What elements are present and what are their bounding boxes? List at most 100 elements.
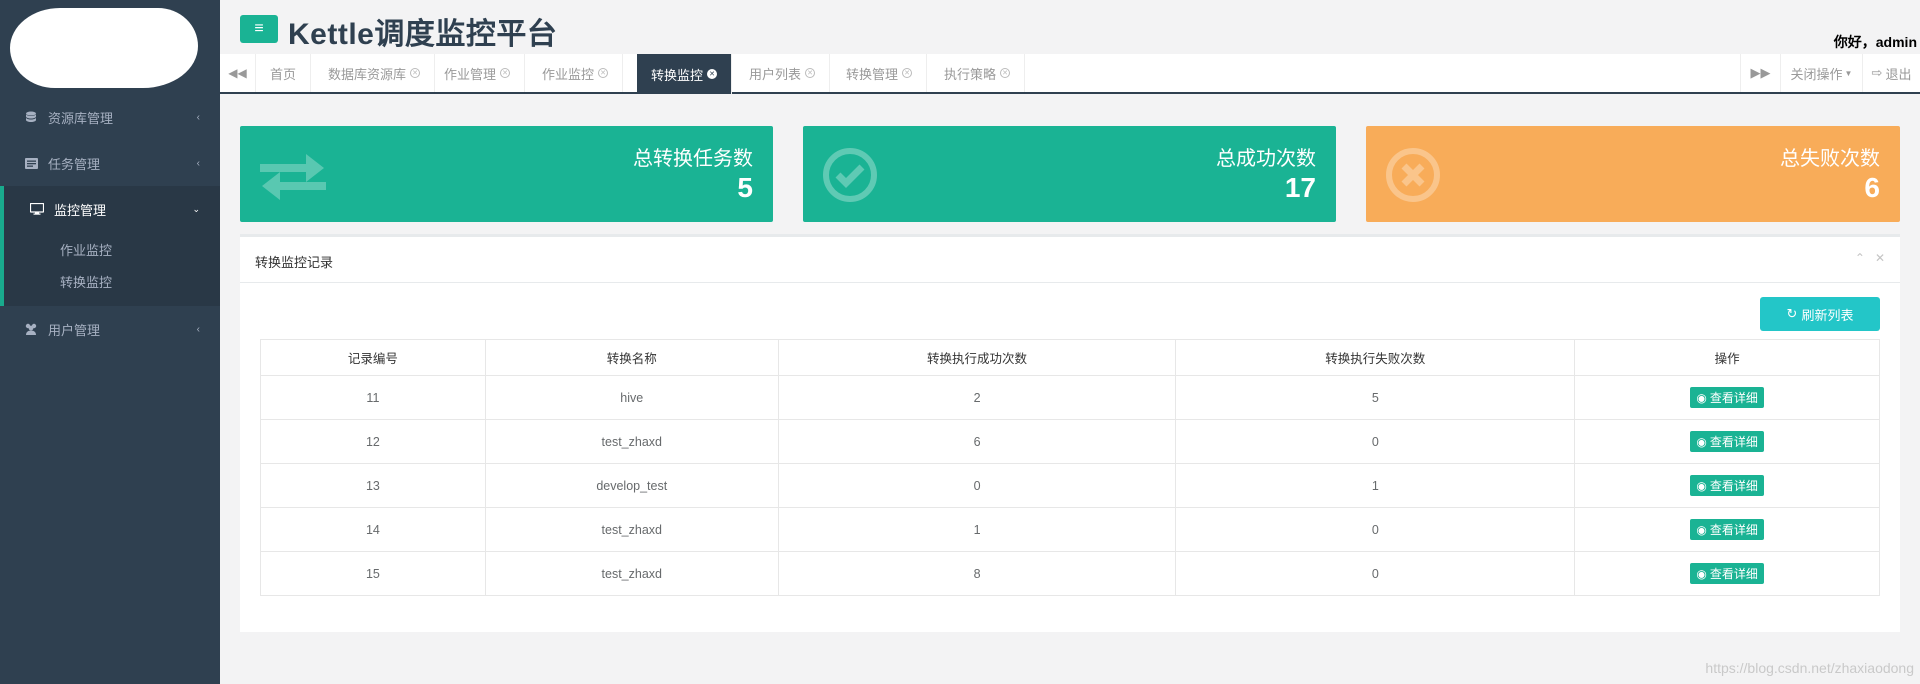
eye-icon: ◉ — [1696, 434, 1707, 449]
table-row: 11 hive 2 5 ◉ 查看详细 — [260, 375, 1880, 420]
refresh-icon: ↻ — [1786, 306, 1798, 321]
cell-name: test_zhaxd — [484, 507, 779, 552]
caret-down-icon: ▼ — [1844, 68, 1853, 78]
backward-icon: ◀◀ — [228, 66, 247, 80]
chevron-down-icon: ⌄ — [192, 203, 200, 214]
tasks-icon — [24, 157, 38, 169]
cell-id: 11 — [260, 375, 486, 420]
stat-value: 5 — [737, 172, 753, 203]
close-icon[interactable]: ✕ — [902, 68, 913, 78]
cell-id: 15 — [260, 551, 486, 596]
cell-id: 12 — [260, 419, 486, 464]
sidebar-subitem-job-monitor[interactable]: 作业监控 — [60, 240, 112, 259]
tab-label: 作业监控 — [542, 66, 595, 82]
tab-exec-policy[interactable]: 执行策略 ✕ — [930, 54, 1026, 92]
eye-icon: ◉ — [1696, 522, 1707, 537]
watermark: https://blog.csdn.net/zhaxiaodong — [1705, 660, 1914, 676]
cell-name: hive — [484, 375, 779, 420]
column-header: 转换名称 — [484, 339, 779, 376]
check-circle-icon — [823, 148, 889, 202]
sidebar-item-label: 任务管理 — [48, 156, 101, 172]
sidebar-item-label: 监控管理 — [54, 202, 107, 218]
panel-title: 转换监控记录 — [255, 255, 334, 270]
tab-trans-management[interactable]: 转换管理 ✕ — [832, 54, 928, 92]
detail-label: 查看详细 — [1709, 391, 1758, 405]
view-detail-button[interactable]: ◉ 查看详细 — [1690, 563, 1764, 584]
stat-card-total-failures: 总失败次数 6 — [1366, 126, 1900, 222]
table-row: 12 test_zhaxd 6 0 ◉ 查看详细 — [260, 419, 1880, 464]
close-icon[interactable]: ✕ — [500, 68, 511, 78]
tab-label: 作业管理 — [444, 66, 497, 82]
close-icon[interactable]: ✕ — [410, 68, 421, 78]
chevron-up-icon[interactable]: ⌃ — [1855, 251, 1865, 265]
sidebar-item-tasks[interactable]: 任务管理 ‹ — [0, 140, 220, 186]
sidebar-item-repository[interactable]: 资源库管理 ‹ — [0, 94, 220, 140]
stat-title: 总转换任务数 — [633, 148, 753, 170]
tab-home[interactable]: 首页 — [256, 54, 312, 92]
stat-value: 6 — [1864, 172, 1880, 203]
close-icon[interactable]: ✕ — [598, 68, 609, 78]
logout-label: 退出 — [1885, 66, 1912, 82]
cell-name: test_zhaxd — [484, 551, 779, 596]
tab-job-monitor[interactable]: 作业监控 ✕ — [528, 54, 624, 92]
view-detail-button[interactable]: ◉ 查看详细 — [1690, 387, 1764, 408]
menu-toggle-button[interactable]: ≡ — [240, 15, 278, 43]
view-detail-button[interactable]: ◉ 查看详细 — [1690, 519, 1764, 540]
cell-action: ◉ 查看详细 — [1574, 375, 1880, 420]
refresh-list-button[interactable]: ↻ 刷新列表 — [1760, 297, 1880, 331]
tab-label: 用户列表 — [749, 66, 802, 82]
cell-action: ◉ 查看详细 — [1574, 463, 1880, 508]
database-icon — [24, 111, 38, 123]
exchange-icon — [260, 148, 326, 202]
logo-redacted — [10, 8, 198, 88]
eye-icon: ◉ — [1696, 478, 1707, 493]
logout-button[interactable]: ⇨ 退出 — [1862, 54, 1920, 92]
tab-user-list[interactable]: 用户列表 ✕ — [735, 54, 831, 92]
tab-trans-monitor[interactable]: 转换监控 ✕ — [637, 54, 733, 94]
table-row: 15 test_zhaxd 8 0 ◉ 查看详细 — [260, 551, 1880, 596]
cell-success: 1 — [777, 507, 1177, 552]
close-icon[interactable]: ✕ — [707, 69, 718, 79]
cell-name: develop_test — [484, 463, 779, 508]
tab-label: 转换监控 — [651, 67, 704, 83]
records-table: 记录编号 转换名称 转换执行成功次数 转换执行失败次数 操作 11 hive 2… — [260, 339, 1880, 596]
sidebar-submenu: 作业监控 转换监控 — [0, 232, 220, 306]
close-icon[interactable]: ✕ — [1000, 68, 1011, 78]
tab-job-management[interactable]: 作业管理 ✕ — [430, 54, 526, 92]
table-header-row: 记录编号 转换名称 转换执行成功次数 转换执行失败次数 操作 — [260, 339, 1880, 376]
sidebar-item-monitoring[interactable]: 监控管理 ⌄ — [0, 186, 220, 232]
column-header: 转换执行失败次数 — [1175, 339, 1576, 376]
cell-success: 0 — [777, 463, 1177, 508]
forward-icon: ▶▶ — [1750, 65, 1771, 80]
eye-icon: ◉ — [1696, 566, 1707, 581]
sidebar-subitem-trans-monitor[interactable]: 转换监控 — [60, 272, 112, 291]
close-icon[interactable]: ✕ — [805, 68, 816, 78]
detail-label: 查看详细 — [1709, 567, 1758, 581]
cell-success: 8 — [777, 551, 1177, 596]
times-circle-icon — [1386, 148, 1452, 202]
detail-label: 查看详细 — [1709, 435, 1758, 449]
tab-db-repository[interactable]: 数据库资源库 ✕ — [314, 54, 436, 92]
panel-header: 转换监控记录 ⌃ ✕ — [240, 237, 1900, 283]
table-row: 13 develop_test 0 1 ◉ 查看详细 — [260, 463, 1880, 508]
sidebar-item-users[interactable]: 用户管理 ‹ — [0, 306, 220, 352]
page-title: Kettle调度监控平台 — [288, 18, 558, 51]
cell-success: 2 — [777, 375, 1177, 420]
close-icon[interactable]: ✕ — [1875, 251, 1885, 265]
cell-fail: 0 — [1175, 507, 1576, 552]
close-ops-label: 关闭操作 — [1790, 66, 1843, 82]
cell-fail: 1 — [1175, 463, 1576, 508]
sign-out-icon: ⇨ — [1871, 65, 1883, 80]
tab-scroll-left-button[interactable]: ◀◀ — [220, 54, 256, 92]
stat-card-total-tasks: 总转换任务数 5 — [240, 126, 773, 222]
tab-scroll-right-button[interactable]: ▶▶ — [1740, 54, 1780, 92]
tab-label: 首页 — [270, 66, 297, 82]
tab-bar: ◀◀ 首页 数据库资源库 ✕ 作业管理 ✕ 作业监控 ✕ 转换监控 ✕ 用户列表… — [220, 54, 1920, 94]
stat-value: 17 — [1284, 172, 1316, 203]
cell-success: 6 — [777, 419, 1177, 464]
view-detail-button[interactable]: ◉ 查看详细 — [1690, 475, 1764, 496]
tab-label: 执行策略 — [944, 66, 997, 82]
users-icon — [24, 323, 38, 335]
close-ops-dropdown[interactable]: 关闭操作 ▼ — [1780, 54, 1862, 92]
view-detail-button[interactable]: ◉ 查看详细 — [1690, 431, 1764, 452]
